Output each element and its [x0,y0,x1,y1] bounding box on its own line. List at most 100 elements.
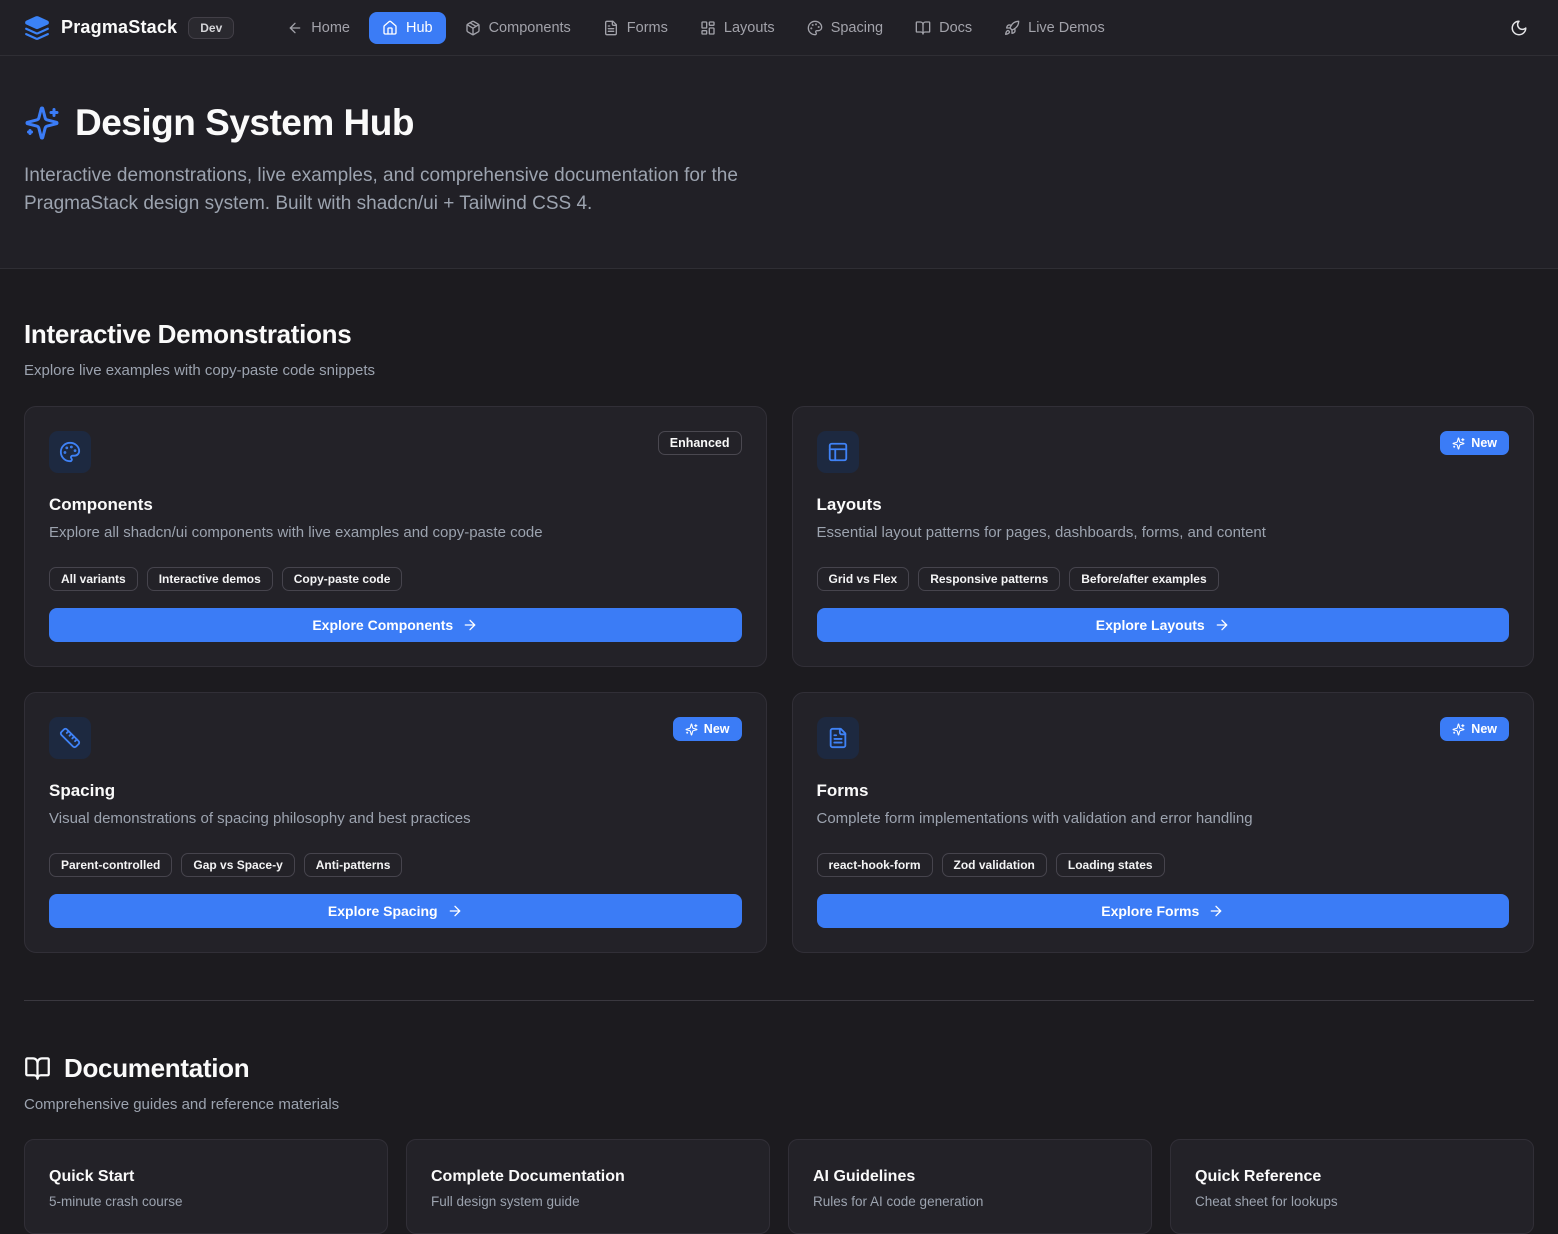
book-open-icon [915,20,931,36]
demo-card-components: Enhanced Components Explore all shadcn/u… [24,406,767,667]
tag-row: react-hook-form Zod validation Loading s… [817,853,1510,877]
cta-label: Explore Spacing [328,903,438,919]
arrow-right-icon [462,617,478,633]
arrow-right-icon [447,903,463,919]
sparkles-icon [1452,723,1465,736]
docs-section-subheading: Comprehensive guides and reference mater… [24,1096,1534,1113]
tag: Loading states [1056,853,1165,877]
nav-label: Spacing [831,20,883,36]
explore-spacing-button[interactable]: Explore Spacing [49,894,742,928]
package-icon [465,20,481,36]
brand[interactable]: PragmaStack Dev [24,15,234,41]
nav-item-components[interactable]: Components [452,12,584,44]
tag: Gap vs Space-y [181,853,294,877]
ruler-icon [49,717,91,759]
doc-card-description: 5-minute crash course [49,1194,363,1209]
nav-item-live-demos[interactable]: Live Demos [991,12,1118,44]
card-title: Spacing [49,781,742,801]
doc-card-quick-reference[interactable]: Quick Reference Cheat sheet for lookups [1170,1139,1534,1234]
card-description: Essential layout patterns for pages, das… [817,524,1510,541]
tag: Anti-patterns [304,853,403,877]
badge-label: New [1471,436,1497,450]
card-title: Forms [817,781,1510,801]
doc-card-title: Complete Documentation [431,1168,745,1186]
tag: Interactive demos [147,567,273,591]
doc-card-description: Rules for AI code generation [813,1194,1127,1209]
sparkles-icon [685,723,698,736]
main-content: Interactive Demonstrations Explore live … [0,269,1558,1234]
nav-item-layouts[interactable]: Layouts [687,12,788,44]
tag: Zod validation [942,853,1047,877]
cta-label: Explore Layouts [1096,617,1205,633]
tag: Parent-controlled [49,853,172,877]
doc-card-title: Quick Reference [1195,1168,1509,1186]
house-icon [382,20,398,36]
tag: Grid vs Flex [817,567,910,591]
explore-forms-button[interactable]: Explore Forms [817,894,1510,928]
demo-card-grid: Enhanced Components Explore all shadcn/u… [24,406,1534,953]
doc-card-complete-documentation[interactable]: Complete Documentation Full design syste… [406,1139,770,1234]
nav-item-forms[interactable]: Forms [590,12,681,44]
book-open-icon [24,1055,51,1082]
arrow-right-icon [1208,903,1224,919]
nav-item-docs[interactable]: Docs [902,12,985,44]
page-title: Design System Hub [75,102,414,144]
main-nav: Home Hub Components Forms Layouts Spacin… [274,12,1117,44]
nav-item-spacing[interactable]: Spacing [794,12,896,44]
tag: Before/after examples [1069,567,1218,591]
explore-layouts-button[interactable]: Explore Layouts [817,608,1510,642]
nav-label: Docs [939,20,972,36]
nav-label: Hub [406,20,433,36]
card-description: Complete form implementations with valid… [817,810,1510,827]
sparkles-icon [1452,437,1465,450]
demos-section-heading: Interactive Demonstrations [24,319,1534,350]
dev-badge: Dev [188,17,234,39]
file-text-icon [817,717,859,759]
page-subtitle: Interactive demonstrations, live example… [24,162,769,218]
new-badge: New [1440,431,1509,455]
explore-components-button[interactable]: Explore Components [49,608,742,642]
new-badge: New [673,717,742,741]
nav-label: Layouts [724,20,775,36]
cta-label: Explore Forms [1101,903,1199,919]
documentation-section: Documentation Comprehensive guides and r… [24,1053,1534,1234]
nav-item-home[interactable]: Home [274,12,363,44]
top-navbar: PragmaStack Dev Home Hub Components Form… [0,0,1558,56]
doc-card-quick-start[interactable]: Quick Start 5-minute crash course [24,1139,388,1234]
doc-card-description: Cheat sheet for lookups [1195,1194,1509,1209]
moon-icon [1510,19,1528,37]
cta-label: Explore Components [312,617,453,633]
arrow-right-icon [1214,617,1230,633]
tag: Copy-paste code [282,567,403,591]
badge-label: New [1471,722,1497,736]
demos-section-subheading: Explore live examples with copy-paste co… [24,362,1534,379]
doc-card-description: Full design system guide [431,1194,745,1209]
file-text-icon [603,20,619,36]
rocket-icon [1004,20,1020,36]
badge-label: New [704,722,730,736]
card-title: Components [49,495,742,515]
palette-icon [49,431,91,473]
enhanced-badge: Enhanced [658,431,742,455]
tag-row: Grid vs Flex Responsive patterns Before/… [817,567,1510,591]
sparkles-icon [24,105,60,141]
brand-name: PragmaStack [61,17,177,38]
nav-item-hub[interactable]: Hub [369,12,446,44]
nav-label: Forms [627,20,668,36]
doc-card-ai-guidelines[interactable]: AI Guidelines Rules for AI code generati… [788,1139,1152,1234]
layers-logo-icon [24,15,50,41]
docs-section-heading: Documentation [64,1053,249,1084]
theme-toggle-button[interactable] [1504,13,1534,43]
new-badge: New [1440,717,1509,741]
layout-dashboard-icon [700,20,716,36]
tag: react-hook-form [817,853,933,877]
card-description: Visual demonstrations of spacing philoso… [49,810,742,827]
demo-card-spacing: New Spacing Visual demonstrations of spa… [24,692,767,953]
doc-card-grid: Quick Start 5-minute crash course Comple… [24,1139,1534,1234]
panels-top-left-icon [817,431,859,473]
tag: All variants [49,567,138,591]
card-description: Explore all shadcn/ui components with li… [49,524,742,541]
demo-card-layouts: New Layouts Essential layout patterns fo… [792,406,1535,667]
palette-icon [807,20,823,36]
demo-card-forms: New Forms Complete form implementations … [792,692,1535,953]
